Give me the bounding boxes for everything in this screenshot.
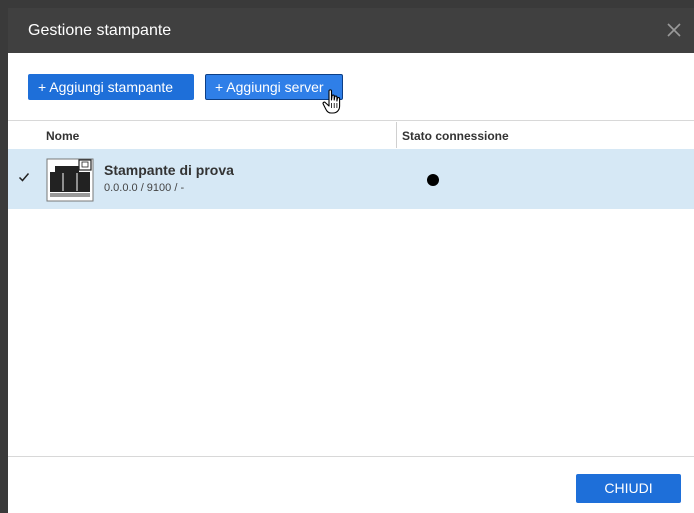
checkmark-icon	[18, 173, 30, 182]
printer-address: 0.0.0.0 / 9100 / -	[104, 182, 185, 194]
table-top-divider	[8, 120, 694, 121]
column-header-name[interactable]: Nome	[46, 129, 79, 143]
printer-management-dialog: Gestione stampante + Aggiungi stampante …	[8, 8, 694, 513]
window-frame-top	[0, 0, 694, 8]
close-icon[interactable]	[664, 20, 684, 40]
table-row[interactable]: Stampante di prova 0.0.0.0 / 9100 / -	[8, 149, 694, 209]
dialog-titlebar: Gestione stampante	[8, 8, 694, 53]
status-dot-icon	[427, 174, 439, 186]
printer-name: Stampante di prova	[104, 162, 234, 178]
dialog-title: Gestione stampante	[28, 22, 172, 39]
footer-divider	[8, 456, 694, 457]
window-frame-left	[0, 0, 8, 513]
printer-icon	[46, 158, 94, 202]
add-printer-button[interactable]: + Aggiungi stampante	[28, 74, 194, 100]
close-button[interactable]: CHIUDI	[576, 474, 681, 503]
screen: Gestione stampante + Aggiungi stampante …	[0, 0, 694, 513]
column-divider[interactable]	[396, 122, 397, 148]
column-header-connection-status[interactable]: Stato connessione	[402, 129, 509, 143]
hand-pointer-icon	[322, 89, 341, 114]
